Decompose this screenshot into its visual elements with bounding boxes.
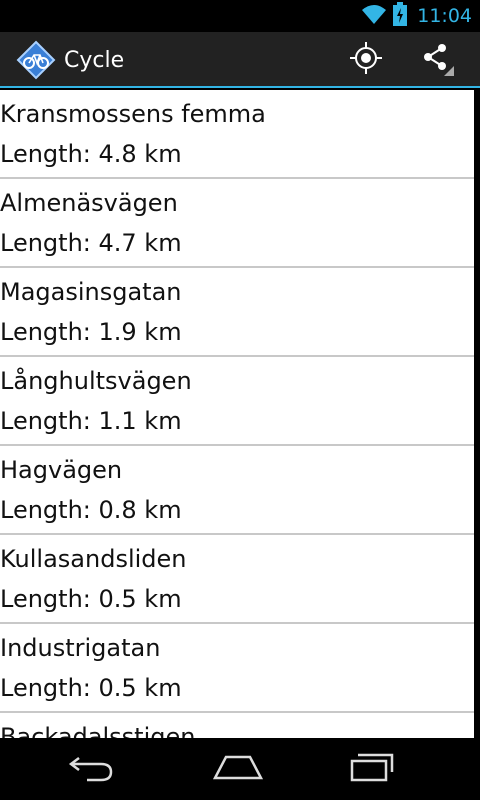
route-length: Length: 0.5 km (0, 585, 182, 613)
app-title: Cycle (64, 48, 125, 73)
route-list[interactable]: Kransmossens femma Length: 4.8 km Almenä… (0, 90, 474, 738)
share-button[interactable] (404, 32, 468, 88)
recent-apps-icon (348, 752, 396, 786)
bicycle-logo-icon[interactable] (16, 40, 56, 80)
back-icon (67, 752, 115, 786)
route-name: Magasinsgatan (0, 278, 182, 306)
route-length: Length: 4.8 km (0, 140, 182, 168)
route-length: Length: 0.8 km (0, 496, 182, 524)
route-length: Length: 1.1 km (0, 407, 182, 435)
locate-button[interactable] (334, 32, 398, 88)
navigation-bar (0, 738, 480, 800)
list-item[interactable]: Industrigatan Length: 0.5 km (0, 624, 474, 713)
status-bar: 11:04 (0, 0, 480, 32)
route-length: Length: 4.7 km (0, 229, 182, 257)
action-bar-divider (0, 86, 480, 88)
my-location-icon (349, 41, 383, 79)
list-item[interactable]: Almenäsvägen Length: 4.7 km (0, 179, 474, 268)
route-name: Industrigatan (0, 634, 161, 662)
home-icon (212, 754, 264, 784)
recent-apps-button[interactable] (322, 738, 422, 800)
list-item[interactable]: Backadalsstigen (0, 713, 474, 738)
list-item[interactable]: Långhultsvägen Length: 1.1 km (0, 357, 474, 446)
list-item[interactable]: Magasinsgatan Length: 1.9 km (0, 268, 474, 357)
route-name: Hagvägen (0, 456, 123, 484)
list-item[interactable]: Hagvägen Length: 0.8 km (0, 446, 474, 535)
route-name: Almenäsvägen (0, 189, 178, 217)
back-button[interactable] (41, 738, 141, 800)
route-length: Length: 0.5 km (0, 674, 182, 702)
wifi-icon (361, 3, 387, 29)
list-item[interactable]: Kransmossens femma Length: 4.8 km (0, 90, 474, 179)
share-icon (418, 40, 454, 80)
action-bar: Cycle (0, 32, 480, 88)
route-name: Långhultsvägen (0, 367, 192, 395)
home-button[interactable] (188, 738, 288, 800)
list-item[interactable]: Kullasandsliden Length: 0.5 km (0, 535, 474, 624)
status-time: 11:04 (417, 5, 472, 27)
scroll-edge (474, 90, 480, 738)
route-name: Backadalsstigen (0, 723, 196, 738)
route-name: Kransmossens femma (0, 100, 266, 128)
battery-charging-icon (393, 2, 408, 30)
route-length: Length: 1.9 km (0, 318, 182, 346)
route-name: Kullasandsliden (0, 545, 187, 573)
